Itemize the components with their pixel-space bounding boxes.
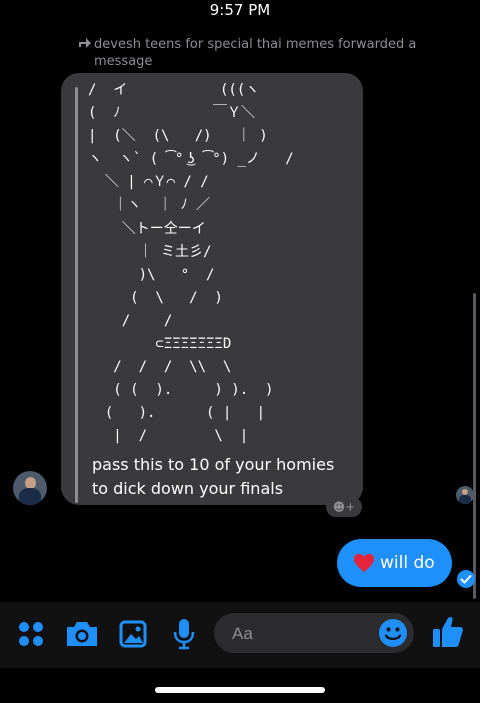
ascii-art: / イ (((ヽ ( ﾉ ￣Ｙ＼ | (＼ (\ /) ｜ ) ヽ ヽ` ( ͡…	[88, 82, 294, 445]
status-time: 9:57 PM	[209, 1, 271, 19]
forwarded-note-text: devesh teens for special thai memes forw…	[94, 37, 417, 69]
add-reaction-button[interactable]: ☻+	[326, 497, 362, 517]
sent-message-bubble[interactable]: will do	[337, 539, 452, 587]
heart-emoji-icon	[354, 553, 374, 573]
apps-grid-icon[interactable]	[18, 621, 44, 647]
message-input[interactable]	[230, 613, 384, 655]
forward-arrow-icon	[78, 36, 94, 70]
camera-icon[interactable]	[65, 620, 99, 648]
microphone-icon[interactable]	[173, 618, 195, 650]
quote-bar	[75, 87, 78, 503]
home-indicator	[155, 687, 325, 693]
sender-avatar[interactable]	[13, 471, 47, 505]
read-receipt-avatar	[456, 486, 474, 504]
delivered-check-icon	[457, 570, 475, 588]
photo-gallery-icon[interactable]	[119, 620, 147, 648]
scrollbar[interactable]	[473, 293, 476, 599]
message-input-field[interactable]	[214, 613, 414, 655]
sent-message-text: will do	[380, 553, 435, 573]
forwarded-message-text: pass this to 10 of your homies to dick d…	[92, 455, 335, 498]
forwarded-note: devesh teens for special thai memes forw…	[78, 36, 438, 70]
thumbs-up-icon[interactable]	[432, 615, 464, 649]
forwarded-message-bubble[interactable]: / イ (((ヽ ( ﾉ ￣Ｙ＼ | (＼ (\ /) ｜ ) ヽ ヽ` ( ͡…	[61, 73, 363, 505]
emoji-icon[interactable]	[378, 618, 408, 648]
